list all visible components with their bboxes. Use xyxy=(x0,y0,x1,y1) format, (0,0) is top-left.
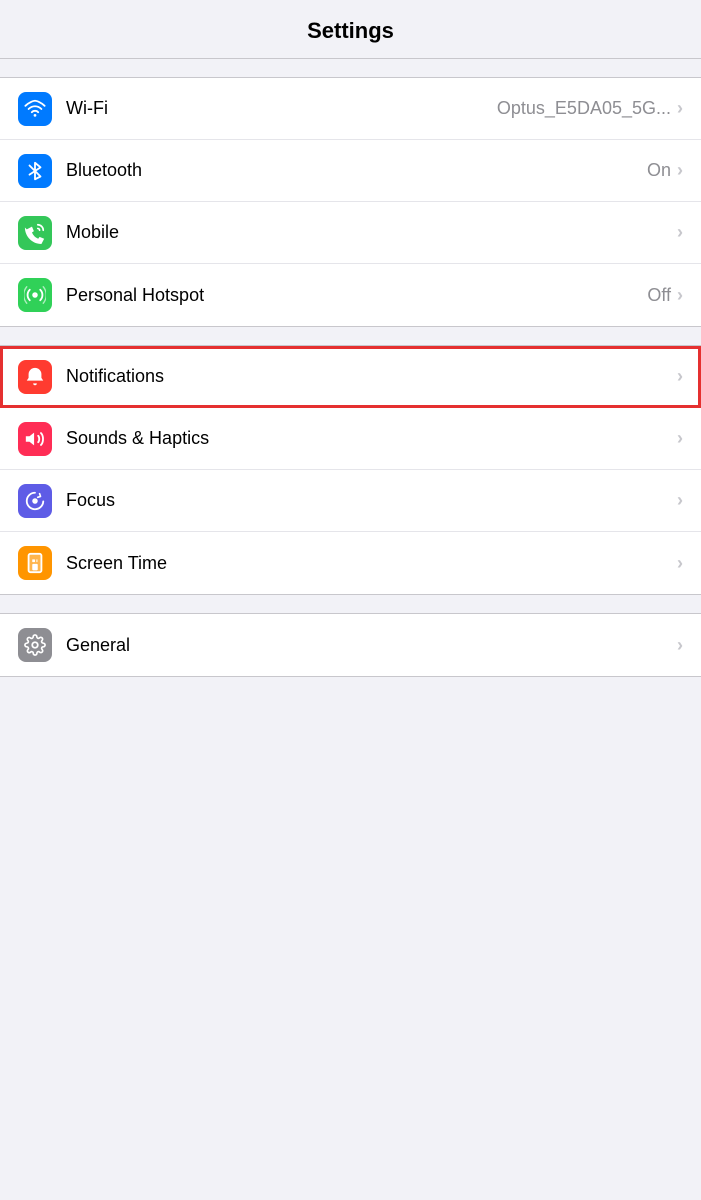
focus-label: Focus xyxy=(66,490,677,511)
hotspot-label: Personal Hotspot xyxy=(66,285,647,306)
wifi-icon xyxy=(18,92,52,126)
general-chevron: › xyxy=(677,635,683,656)
settings-row-mobile[interactable]: Mobile › xyxy=(0,202,701,264)
general-section: General › xyxy=(0,613,701,677)
settings-row-screentime[interactable]: Screen Time › xyxy=(0,532,701,594)
mobile-icon xyxy=(18,216,52,250)
sounds-chevron: › xyxy=(677,428,683,449)
settings-row-bluetooth[interactable]: Bluetooth On › xyxy=(0,140,701,202)
mobile-label: Mobile xyxy=(66,222,677,243)
mobile-chevron: › xyxy=(677,222,683,243)
wifi-label: Wi-Fi xyxy=(66,98,497,119)
page-title: Settings xyxy=(0,0,701,59)
notifications-icon xyxy=(18,360,52,394)
notifications-group-section: Notifications › Sounds & Haptics › Focus… xyxy=(0,345,701,595)
bluetooth-value: On xyxy=(647,160,671,181)
sounds-icon xyxy=(18,422,52,456)
connectivity-section: Wi-Fi Optus_E5DA05_5G... › Bluetooth On … xyxy=(0,77,701,327)
bluetooth-label: Bluetooth xyxy=(66,160,647,181)
bluetooth-icon xyxy=(18,154,52,188)
sounds-label: Sounds & Haptics xyxy=(66,428,677,449)
notifications-chevron: › xyxy=(677,366,683,387)
hotspot-icon xyxy=(18,278,52,312)
wifi-value: Optus_E5DA05_5G... xyxy=(497,98,671,119)
wifi-chevron: › xyxy=(677,98,683,119)
hotspot-chevron: › xyxy=(677,285,683,306)
notifications-label: Notifications xyxy=(66,366,677,387)
settings-row-general[interactable]: General › xyxy=(0,614,701,676)
settings-row-hotspot[interactable]: Personal Hotspot Off › xyxy=(0,264,701,326)
screentime-label: Screen Time xyxy=(66,553,677,574)
bluetooth-chevron: › xyxy=(677,160,683,181)
focus-icon xyxy=(18,484,52,518)
settings-row-notifications[interactable]: Notifications › xyxy=(0,346,701,408)
focus-chevron: › xyxy=(677,490,683,511)
screentime-icon xyxy=(18,546,52,580)
hotspot-value: Off xyxy=(647,285,671,306)
settings-row-focus[interactable]: Focus › xyxy=(0,470,701,532)
general-icon xyxy=(18,628,52,662)
settings-row-sounds[interactable]: Sounds & Haptics › xyxy=(0,408,701,470)
screentime-chevron: › xyxy=(677,553,683,574)
general-label: General xyxy=(66,635,677,656)
settings-row-wifi[interactable]: Wi-Fi Optus_E5DA05_5G... › xyxy=(0,78,701,140)
